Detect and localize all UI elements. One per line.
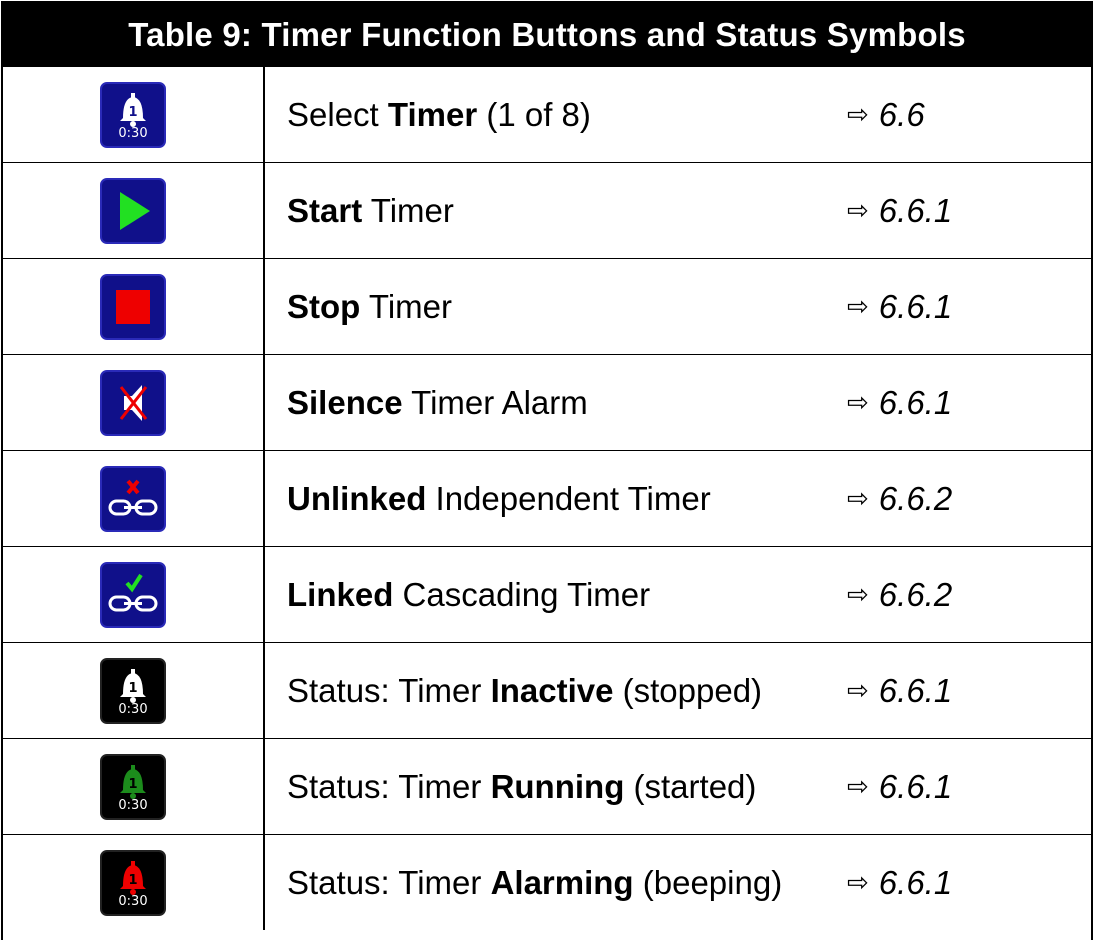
svg-text:1: 1 bbox=[128, 873, 137, 888]
timer-clock-label: 0:30 bbox=[118, 797, 148, 813]
row-text-bold: Running bbox=[490, 767, 625, 805]
reference-section: 6.6.2 bbox=[878, 575, 953, 613]
row-text-post: Timer bbox=[362, 191, 454, 229]
reference-arrow-icon: ⇨ bbox=[847, 483, 869, 513]
unlinked-icon bbox=[100, 465, 166, 532]
table-row: 1 0:30 Select Timer (1 of 8) ⇨ 6.6 bbox=[3, 66, 1091, 162]
timer-clock-label: 0:30 bbox=[118, 893, 148, 909]
table-row: Unlinked Independent Timer ⇨ 6.6.2 bbox=[3, 450, 1091, 546]
row-text-bold: Silence bbox=[287, 383, 403, 421]
row-description: Silence Timer Alarm bbox=[265, 355, 847, 450]
row-text-bold: Linked bbox=[287, 575, 394, 613]
row-description: Select Timer (1 of 8) bbox=[265, 67, 847, 162]
icon-cell bbox=[3, 259, 265, 354]
reference-arrow-icon: ⇨ bbox=[847, 771, 869, 801]
row-text-bold: Alarming bbox=[490, 863, 634, 901]
row-text-bold: Start bbox=[287, 191, 363, 229]
reference-arrow-icon: ⇨ bbox=[847, 579, 869, 609]
row-text-bold: Inactive bbox=[490, 671, 614, 709]
row-description: Status: Timer Inactive (stopped) bbox=[265, 643, 847, 738]
reference-section: 6.6.1 bbox=[878, 767, 953, 805]
table-row: 1 0:30 Status: Timer Alarming (beeping) … bbox=[3, 834, 1091, 930]
icon-cell: 1 0:30 bbox=[3, 67, 265, 162]
icon-cell bbox=[3, 163, 265, 258]
row-text-pre: Status: Timer bbox=[287, 863, 491, 901]
row-text-post: Independent Timer bbox=[426, 479, 711, 517]
row-reference: ⇨ 6.6.2 bbox=[847, 451, 1091, 546]
play-icon bbox=[100, 177, 166, 244]
row-description: Linked Cascading Timer bbox=[265, 547, 847, 642]
status-running-icon: 1 0:30 bbox=[100, 753, 166, 820]
row-description: Stop Timer bbox=[265, 259, 847, 354]
row-text-pre: Select bbox=[287, 95, 388, 133]
icon-cell: 1 0:30 bbox=[3, 643, 265, 738]
row-reference: ⇨ 6.6.1 bbox=[847, 259, 1091, 354]
row-description: Start Timer bbox=[265, 163, 847, 258]
status-alarming-icon: 1 0:30 bbox=[100, 849, 166, 916]
row-reference: ⇨ 6.6 bbox=[847, 67, 1091, 162]
row-reference: ⇨ 6.6.1 bbox=[847, 355, 1091, 450]
svg-text:1: 1 bbox=[128, 105, 137, 120]
row-text-bold: Unlinked bbox=[287, 479, 427, 517]
reference-arrow-icon: ⇨ bbox=[847, 195, 869, 225]
row-text-post: (started) bbox=[624, 767, 757, 805]
svg-text:1: 1 bbox=[128, 777, 137, 792]
reference-section: 6.6.1 bbox=[878, 671, 953, 709]
row-text-post: Timer bbox=[360, 287, 452, 325]
status-inactive-icon: 1 0:30 bbox=[100, 657, 166, 724]
linked-icon bbox=[100, 561, 166, 628]
reference-section: 6.6.1 bbox=[878, 191, 953, 229]
timer-clock-label: 0:30 bbox=[118, 701, 148, 717]
row-description: Status: Timer Alarming (beeping) bbox=[265, 835, 847, 930]
row-text-post: (beeping) bbox=[633, 863, 783, 901]
icon-cell bbox=[3, 451, 265, 546]
reference-section: 6.6.1 bbox=[878, 863, 953, 901]
reference-section: 6.6.2 bbox=[878, 479, 953, 517]
reference-arrow-icon: ⇨ bbox=[847, 291, 869, 321]
row-reference: ⇨ 6.6.1 bbox=[847, 739, 1091, 834]
icon-cell: 1 0:30 bbox=[3, 835, 265, 930]
table-row: 1 0:30 Status: Timer Running (started) ⇨… bbox=[3, 738, 1091, 834]
row-reference: ⇨ 6.6.1 bbox=[847, 643, 1091, 738]
row-text-bold: Stop bbox=[287, 287, 361, 325]
table-row: 1 0:30 Status: Timer Inactive (stopped) … bbox=[3, 642, 1091, 738]
reference-arrow-icon: ⇨ bbox=[847, 387, 869, 417]
icon-cell bbox=[3, 547, 265, 642]
timer-select-icon: 1 0:30 bbox=[100, 81, 166, 148]
row-reference: ⇨ 6.6.2 bbox=[847, 547, 1091, 642]
table-title: Table 9: Timer Function Buttons and Stat… bbox=[3, 3, 1091, 66]
row-text-bold: Timer bbox=[387, 95, 478, 133]
icon-cell bbox=[3, 355, 265, 450]
row-text-post: (1 of 8) bbox=[477, 95, 591, 133]
timer-function-table: Table 9: Timer Function Buttons and Stat… bbox=[1, 1, 1093, 940]
stop-icon bbox=[100, 273, 166, 340]
table-row: Start Timer ⇨ 6.6.1 bbox=[3, 162, 1091, 258]
reference-section: 6.6.1 bbox=[878, 287, 953, 325]
timer-clock-label: 0:30 bbox=[118, 125, 148, 141]
reference-section: 6.6.1 bbox=[878, 383, 953, 421]
row-text-post: Timer Alarm bbox=[402, 383, 588, 421]
row-text-pre: Status: Timer bbox=[287, 671, 491, 709]
svg-text:1: 1 bbox=[128, 681, 137, 696]
row-reference: ⇨ 6.6.1 bbox=[847, 163, 1091, 258]
table-row: Silence Timer Alarm ⇨ 6.6.1 bbox=[3, 354, 1091, 450]
row-description: Status: Timer Running (started) bbox=[265, 739, 847, 834]
row-text-pre: Status: Timer bbox=[287, 767, 491, 805]
reference-arrow-icon: ⇨ bbox=[847, 675, 869, 705]
reference-arrow-icon: ⇨ bbox=[847, 867, 869, 897]
reference-section: 6.6 bbox=[878, 95, 925, 133]
silence-icon bbox=[100, 369, 166, 436]
table-row: Linked Cascading Timer ⇨ 6.6.2 bbox=[3, 546, 1091, 642]
table-row: Stop Timer ⇨ 6.6.1 bbox=[3, 258, 1091, 354]
row-reference: ⇨ 6.6.1 bbox=[847, 835, 1091, 930]
icon-cell: 1 0:30 bbox=[3, 739, 265, 834]
reference-arrow-icon: ⇨ bbox=[847, 99, 869, 129]
row-text-post: (stopped) bbox=[613, 671, 763, 709]
row-text-post: Cascading Timer bbox=[393, 575, 651, 613]
row-description: Unlinked Independent Timer bbox=[265, 451, 847, 546]
